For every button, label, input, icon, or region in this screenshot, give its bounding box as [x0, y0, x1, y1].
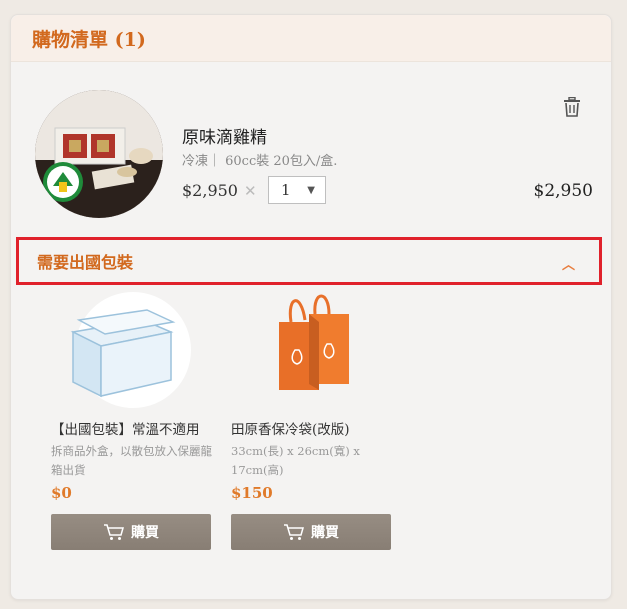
- trash-icon[interactable]: [563, 96, 581, 121]
- item-unit-price: $2,950: [182, 181, 238, 200]
- product-thumbnail[interactable]: [35, 90, 163, 218]
- product-description: 33cm(長) x 26cm(寬) x 17cm(高): [231, 444, 360, 477]
- product-name[interactable]: 田原香保冷袋(改版): [231, 418, 391, 438]
- item-spec: 冷凍｜ 60cc裝 20包入/盒.: [182, 154, 338, 169]
- dropdown-arrow-icon: ▼: [307, 185, 315, 196]
- product-photo: [35, 90, 163, 218]
- quantity-value: 1: [281, 181, 291, 199]
- product-card: 【出國包裝】常溫不適用 拆商品外盒，以散包放入保麗龍箱出貨 $0 購買: [51, 292, 212, 550]
- trash-icon-svg: [564, 96, 580, 117]
- styrofoam-box-image: [70, 292, 191, 408]
- buy-button-label: 購買: [131, 525, 159, 541]
- buy-button[interactable]: 購買: [51, 514, 211, 550]
- buy-button-label: 購買: [311, 525, 339, 541]
- product-description: 拆商品外盒，以散包放入保麗龍箱出貨: [51, 444, 212, 477]
- orange-cooler-bag-image: [279, 294, 349, 390]
- multiply-icon: ✕: [244, 182, 257, 200]
- product-price: $150: [231, 484, 273, 502]
- cart-item: 原味滴雞精 冷凍｜ 60cc裝 20包入/盒. $2,950 ✕ 1 ▼ $2,…: [35, 90, 595, 218]
- quantity-select[interactable]: 1 ▼: [268, 176, 326, 204]
- international-packaging-toggle[interactable]: 需要出國包裝 ︿: [16, 237, 602, 285]
- product-card: 田原香保冷袋(改版) 33cm(長) x 26cm(寬) x 17cm(高) $…: [231, 292, 391, 550]
- buy-button[interactable]: 購買: [231, 514, 391, 550]
- product-image[interactable]: [231, 292, 371, 412]
- chevron-up-icon: ︿: [561, 258, 575, 273]
- product-image[interactable]: [51, 292, 191, 412]
- cart-icon: [104, 524, 124, 540]
- cart-header: 購物清單 (1): [11, 15, 611, 62]
- item-name[interactable]: 原味滴雞精: [182, 123, 267, 148]
- product-price: $0: [51, 484, 72, 502]
- cart-icon: [284, 524, 304, 540]
- cart-title: 購物清單 (1): [32, 28, 146, 51]
- product-name[interactable]: 【出國包裝】常溫不適用: [51, 418, 211, 438]
- section-title: 需要出國包裝: [37, 253, 134, 272]
- item-total-price: $2,950: [533, 181, 593, 201]
